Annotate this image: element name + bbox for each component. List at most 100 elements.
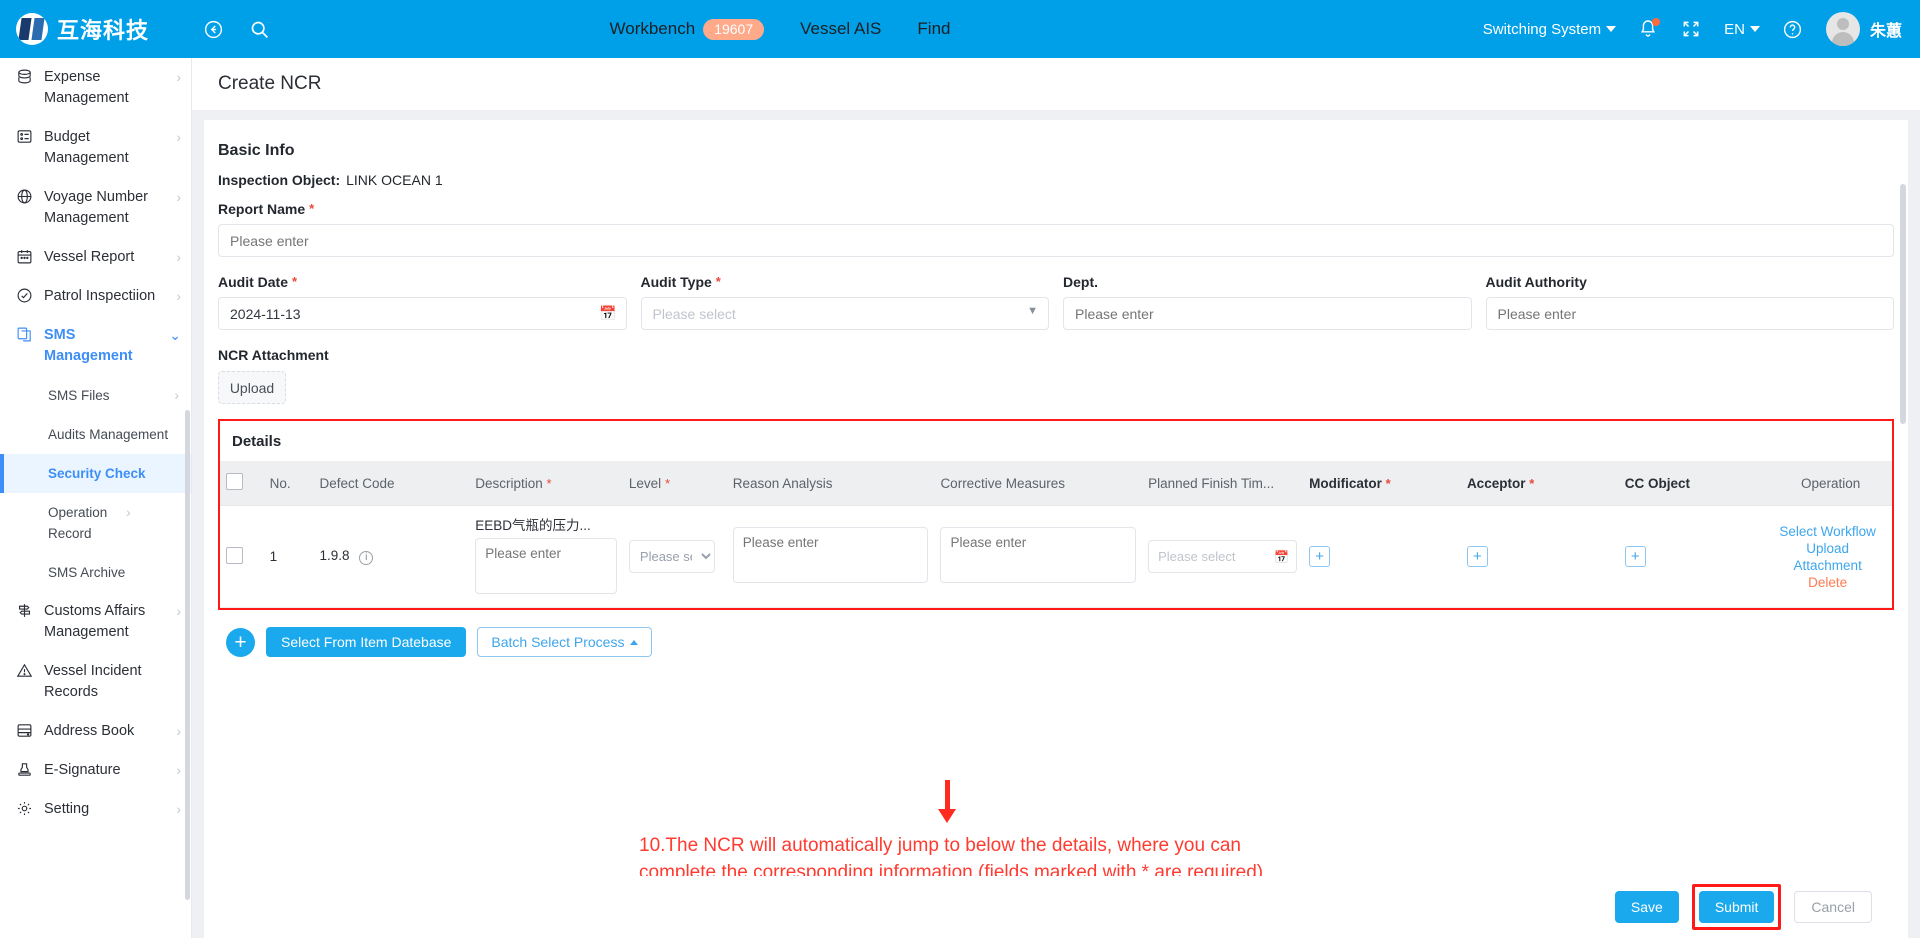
save-button[interactable]: Save [1614,891,1679,923]
audit-date-input[interactable] [218,297,627,330]
nav-item-vessel-ais[interactable]: Vessel AIS [800,19,881,39]
sidebar-item-expense-management[interactable]: Expense Management › [0,58,191,118]
sidebar-label: Vessel Incident Records [44,663,142,700]
sidebar-item-sms-archive[interactable]: SMS Archive [0,553,191,592]
description-textarea[interactable] [475,538,617,594]
language-dropdown[interactable]: EN [1724,21,1760,38]
audit-date-field: Audit Date * 📅 [218,274,627,330]
check-circle-icon [14,286,34,304]
form-row-audit: Audit Date * 📅 Audit Type * Please selec… [218,274,1894,330]
submit-highlight-box: Submit [1691,884,1782,930]
th-defect-code: Defect Code [313,461,470,506]
add-row-button[interactable]: + [226,627,255,657]
sidebar-item-address-book[interactable]: Address Book › [0,712,191,751]
audit-authority-field: Audit Authority [1485,274,1894,330]
chevron-right-icon: › [126,504,131,520]
audit-type-value: Please select [652,305,736,322]
notifications-bell-icon[interactable] [1638,18,1661,40]
th-reason-analysis: Reason Analysis [726,461,935,506]
dept-label: Dept. [1063,274,1098,290]
report-name-label-text: Report Name [218,201,306,217]
calendar-icon: 📅 [1274,549,1290,564]
content-panel: Basic Info Inspection Object: LINK OCEAN … [204,120,1908,876]
planned-finish-date-picker[interactable]: Please select 📅 [1148,540,1298,573]
sidebar-item-operation-record[interactable]: Operation Record › [0,493,191,553]
batch-select-process-button[interactable]: Batch Select Process [477,627,653,657]
sidebar-label: Vessel Report [44,249,135,265]
sidebar-item-audits-management[interactable]: Audits Management [0,415,191,454]
th-modificator: Modificator * [1303,461,1461,506]
sidebar-item-budget-management[interactable]: Budget Management › [0,118,191,178]
report-name-input[interactable] [218,224,1894,257]
submit-button[interactable]: Submit [1698,891,1775,923]
top-header-bar: 互海科技 Workbench 19607 Vessel AIS Find Swi… [0,0,1920,58]
warning-icon [14,661,34,679]
sidebar-item-vessel-incident-records[interactable]: Vessel Incident Records [0,652,191,712]
td-planned-finish-time: Please select 📅 [1142,505,1304,608]
audit-type-select[interactable]: Please select [640,297,1049,330]
th-no: No. [263,461,314,506]
modificator-add-button[interactable]: + [1309,546,1331,567]
audit-type-label: Audit Type [640,274,712,290]
content-scrollbar[interactable] [1900,184,1906,424]
select-from-item-database-button[interactable]: Select From Item Datebase [266,627,467,657]
sidebar-item-voyage-number-management[interactable]: Voyage Number Management › [0,178,191,238]
chevron-right-icon: › [176,762,181,778]
sidebar-item-vessel-report[interactable]: Vessel Report › [0,238,191,277]
sidebar-item-e-signature[interactable]: E-Signature › [0,751,191,790]
th-acceptor: Acceptor * [1460,461,1619,506]
audit-authority-input[interactable] [1485,297,1894,330]
required-asterisk: * [292,274,298,289]
corrective-measures-textarea[interactable] [940,527,1137,583]
sidebar-item-sms-management[interactable]: SMS Management ⌄ [0,316,191,376]
th-select-all [220,461,264,506]
calendar-icon[interactable]: 📅 [599,305,616,322]
documents-icon [14,325,34,343]
upload-button[interactable]: Upload [218,371,286,404]
cancel-button[interactable]: Cancel [1794,891,1872,923]
td-description: EEBD气瓶的压力... [469,505,623,608]
back-arrow-icon[interactable] [198,14,228,44]
delete-link[interactable]: Delete [1775,574,1880,591]
sidebar-item-security-check[interactable]: Security Check [0,454,191,493]
primary-nav: Workbench 19607 Vessel AIS Find [600,0,960,58]
info-icon[interactable]: i [359,551,374,565]
nav-item-find[interactable]: Find [917,19,950,39]
fullscreen-icon[interactable] [1680,18,1702,40]
level-select[interactable]: Please se [628,540,715,573]
switching-system-dropdown[interactable]: Switching System [1483,21,1617,38]
brand-logo-area[interactable]: 互海科技 [0,13,192,45]
acceptor-add-button[interactable]: + [1466,546,1488,567]
inspection-object-row: Inspection Object: LINK OCEAN 1 [218,172,1894,188]
language-label: EN [1724,20,1745,38]
reason-analysis-textarea[interactable] [732,527,929,583]
chevron-right-icon: › [176,288,181,304]
workbench-count-badge: 19607 [703,18,765,40]
company-logo-icon [16,13,48,45]
budget-icon [14,127,34,145]
dept-input[interactable] [1063,297,1472,330]
avatar[interactable] [1825,12,1860,46]
td-acceptor: + [1460,505,1619,608]
th-cc-object: CC Object [1618,461,1770,506]
details-actions: + Select From Item Datebase Batch Select… [218,627,1894,657]
help-icon[interactable] [1782,18,1804,40]
database-icon [14,67,34,85]
upload-attachment-link[interactable]: Upload Attachment [1775,540,1880,574]
cc-object-add-button[interactable]: + [1624,546,1646,567]
sidebar-label: Setting [44,801,90,817]
sidebar-item-sms-files[interactable]: SMS Files › [0,376,191,415]
select-all-checkbox[interactable] [226,473,243,490]
audit-type-field: Audit Type * Please select ▼ [640,274,1049,330]
nav-item-workbench[interactable]: Workbench 19607 [610,18,765,40]
search-icon[interactable] [244,14,274,44]
sidebar-scrollbar[interactable] [185,410,190,900]
planned-finish-placeholder: Please select [1158,549,1236,564]
sidebar-item-patrol-inspectiion[interactable]: Patrol Inspectiion › [0,277,191,316]
table-row: 1 1.9.8 i EEBD气瓶的压力... Please se [220,505,1892,608]
sidebar-item-setting[interactable]: Setting › [0,790,191,829]
table-header-row: No. Defect Code Description * Level * Re… [220,461,1892,506]
select-workflow-link[interactable]: Select Workflow [1775,523,1880,540]
sidebar-item-customs-affairs-management[interactable]: Customs Affairs Management › [0,592,191,652]
row-checkbox[interactable] [226,546,243,564]
